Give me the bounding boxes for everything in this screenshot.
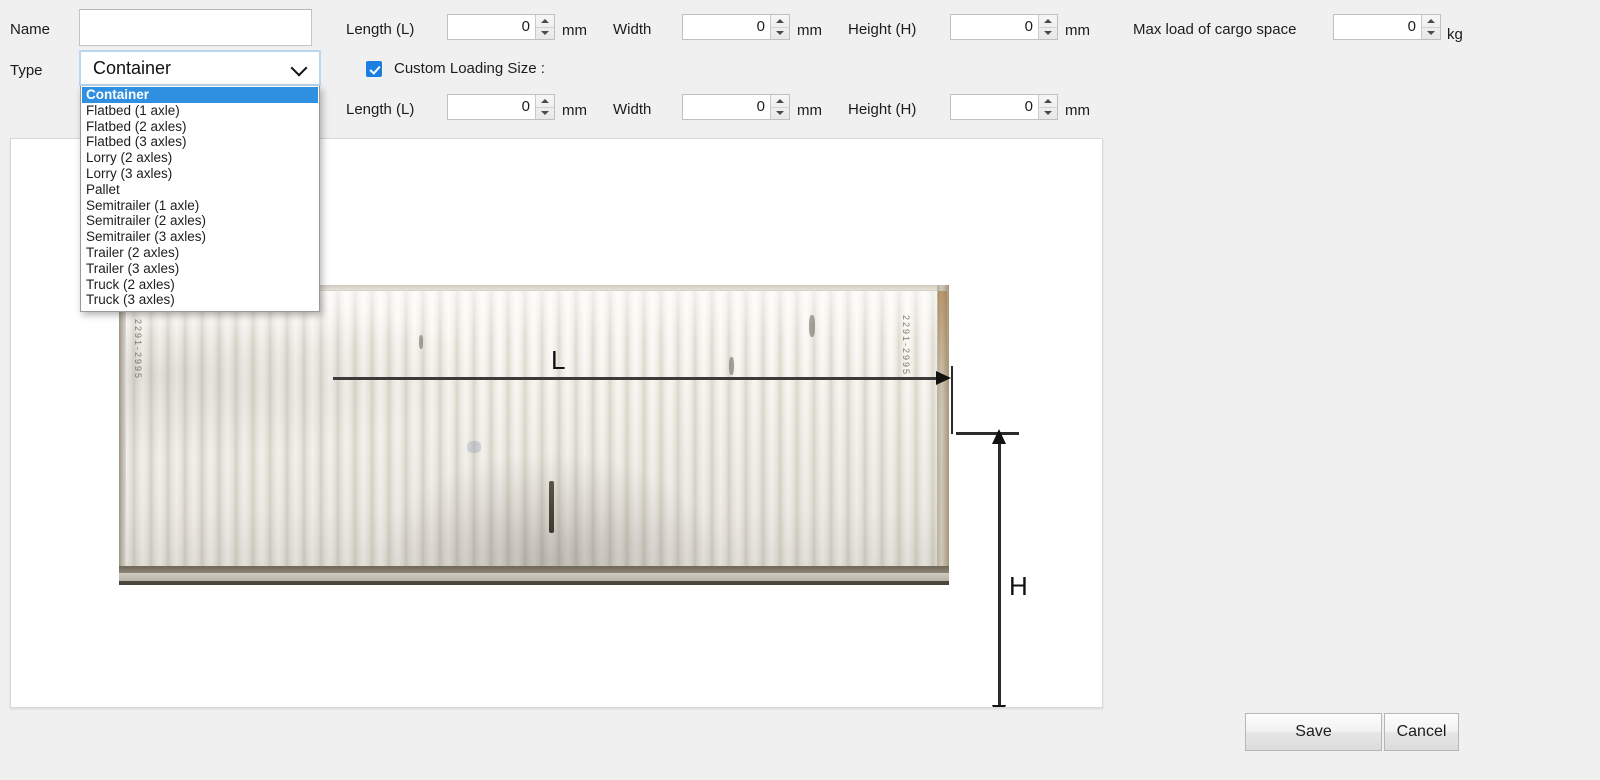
outer-length-unit: mm: [562, 22, 587, 39]
container-right-corner-post: [937, 285, 949, 585]
container-base-shadow: [119, 581, 949, 585]
type-option[interactable]: Lorry (3 axles): [82, 166, 319, 182]
spinner-down-icon[interactable]: [1039, 106, 1057, 120]
max-load-stepper[interactable]: [1333, 14, 1441, 40]
length-arrowhead-icon: [936, 371, 951, 385]
outer-width-spinner-buttons[interactable]: [770, 15, 789, 39]
type-option[interactable]: Lorry (2 axles): [82, 150, 319, 166]
loading-width-unit: mm: [797, 102, 822, 119]
outer-height-spinner-buttons[interactable]: [1038, 15, 1057, 39]
spinner-up-icon[interactable]: [1039, 95, 1057, 107]
length-dimension-line: [333, 377, 945, 380]
outer-length-label: Length (L): [346, 21, 415, 38]
spinner-down-icon[interactable]: [536, 26, 554, 40]
type-combobox[interactable]: Container: [79, 50, 321, 86]
height-arrowhead-down-icon: [992, 705, 1006, 707]
type-combobox-wrapper: Container Container Flatbed (1 axle) Flatb…: [79, 50, 321, 313]
loading-height-spinner-buttons[interactable]: [1038, 95, 1057, 119]
height-dimension-label: H: [1009, 571, 1028, 601]
type-option[interactable]: Trailer (2 axles): [82, 245, 319, 261]
chevron-down-icon: [291, 58, 311, 78]
loading-height-label: Height (H): [848, 101, 917, 118]
max-load-unit: kg: [1447, 26, 1463, 43]
outer-width-stepper[interactable]: [682, 14, 790, 40]
type-dropdown-list[interactable]: Container Flatbed (1 axle) Flatbed (2 axle…: [80, 86, 320, 313]
loading-width-label: Width: [613, 101, 652, 118]
container-blemish: [729, 357, 734, 375]
container-blemish: [419, 335, 423, 349]
type-option[interactable]: Truck (3 axles): [82, 292, 319, 308]
container-blemish: [467, 441, 481, 453]
outer-height-label: Height (H): [848, 21, 917, 38]
container-door-latch: [549, 481, 554, 533]
spinner-up-icon[interactable]: [536, 95, 554, 107]
container-marking-serial: 2291-2995: [133, 319, 143, 381]
type-option[interactable]: Pallet: [82, 182, 319, 198]
type-option[interactable]: Truck (2 axles): [82, 277, 319, 293]
cancel-button[interactable]: Cancel: [1384, 713, 1459, 751]
name-input[interactable]: [79, 9, 312, 46]
save-button[interactable]: Save: [1245, 713, 1382, 751]
spinner-down-icon[interactable]: [771, 26, 789, 40]
max-load-input[interactable]: [1334, 15, 1421, 39]
custom-loading-size-checkbox[interactable]: [366, 60, 382, 77]
loading-length-label: Length (L): [346, 101, 415, 118]
height-extension-line-top: [956, 432, 1019, 435]
container-corrugated-body: [119, 291, 949, 569]
container-bottom-rail-dark: [119, 566, 949, 573]
vehicle-form: Name Type Container Container Flatbed (1 …: [0, 0, 1600, 313]
container-blemish: [809, 315, 815, 337]
spinner-up-icon[interactable]: [771, 95, 789, 107]
type-selected-value: Container: [93, 57, 172, 78]
outer-height-unit: mm: [1065, 22, 1090, 39]
spinner-down-icon[interactable]: [1039, 26, 1057, 40]
spinner-up-icon[interactable]: [1039, 15, 1057, 27]
height-arrowhead-up-icon: [992, 429, 1006, 444]
spinner-down-icon[interactable]: [771, 106, 789, 120]
custom-loading-size-row[interactable]: Custom Loading Size :: [366, 60, 545, 77]
type-option[interactable]: Semitrailer (3 axles): [82, 229, 319, 245]
height-dimension-line: [998, 435, 1001, 707]
loading-length-unit: mm: [562, 102, 587, 119]
type-option[interactable]: Semitrailer (2 axles): [82, 213, 319, 229]
type-option[interactable]: Semitrailer (1 axle): [82, 198, 319, 214]
spinner-up-icon[interactable]: [771, 15, 789, 27]
type-option[interactable]: Flatbed (1 axle): [82, 103, 319, 119]
length-dimension-label: L: [551, 345, 566, 375]
outer-height-stepper[interactable]: [950, 14, 1058, 40]
loading-length-input[interactable]: [448, 95, 535, 119]
outer-length-input[interactable]: [448, 15, 535, 39]
length-extension-line: [951, 366, 953, 434]
container-illustration: 2291-2995 2291-2995: [119, 285, 949, 585]
type-option[interactable]: Trailer (3 axles): [82, 261, 319, 277]
type-option[interactable]: Container: [82, 87, 318, 103]
custom-loading-size-label: Custom Loading Size :: [394, 60, 545, 77]
outer-width-unit: mm: [797, 22, 822, 39]
container-left-post: [119, 285, 126, 585]
container-marking-serial-right: 2291-2995: [901, 315, 911, 377]
loading-width-stepper[interactable]: [682, 94, 790, 120]
max-load-spinner-buttons[interactable]: [1421, 15, 1440, 39]
outer-height-input[interactable]: [951, 15, 1038, 39]
spinner-up-icon[interactable]: [536, 15, 554, 27]
loading-height-input[interactable]: [951, 95, 1038, 119]
outer-width-input[interactable]: [683, 15, 770, 39]
type-label: Type: [10, 62, 43, 79]
spinner-up-icon[interactable]: [1422, 15, 1440, 27]
loading-width-spinner-buttons[interactable]: [770, 95, 789, 119]
loading-height-unit: mm: [1065, 102, 1090, 119]
max-load-label: Max load of cargo space: [1133, 21, 1297, 38]
loading-length-spinner-buttons[interactable]: [535, 95, 554, 119]
type-option[interactable]: Flatbed (3 axles): [82, 134, 319, 150]
loading-width-input[interactable]: [683, 95, 770, 119]
outer-length-stepper[interactable]: [447, 14, 555, 40]
outer-width-label: Width: [613, 21, 652, 38]
spinner-down-icon[interactable]: [536, 106, 554, 120]
loading-length-stepper[interactable]: [447, 94, 555, 120]
loading-height-stepper[interactable]: [950, 94, 1058, 120]
type-option[interactable]: Flatbed (2 axles): [82, 119, 319, 135]
name-label: Name: [10, 21, 51, 38]
spinner-down-icon[interactable]: [1422, 26, 1440, 40]
outer-length-spinner-buttons[interactable]: [535, 15, 554, 39]
